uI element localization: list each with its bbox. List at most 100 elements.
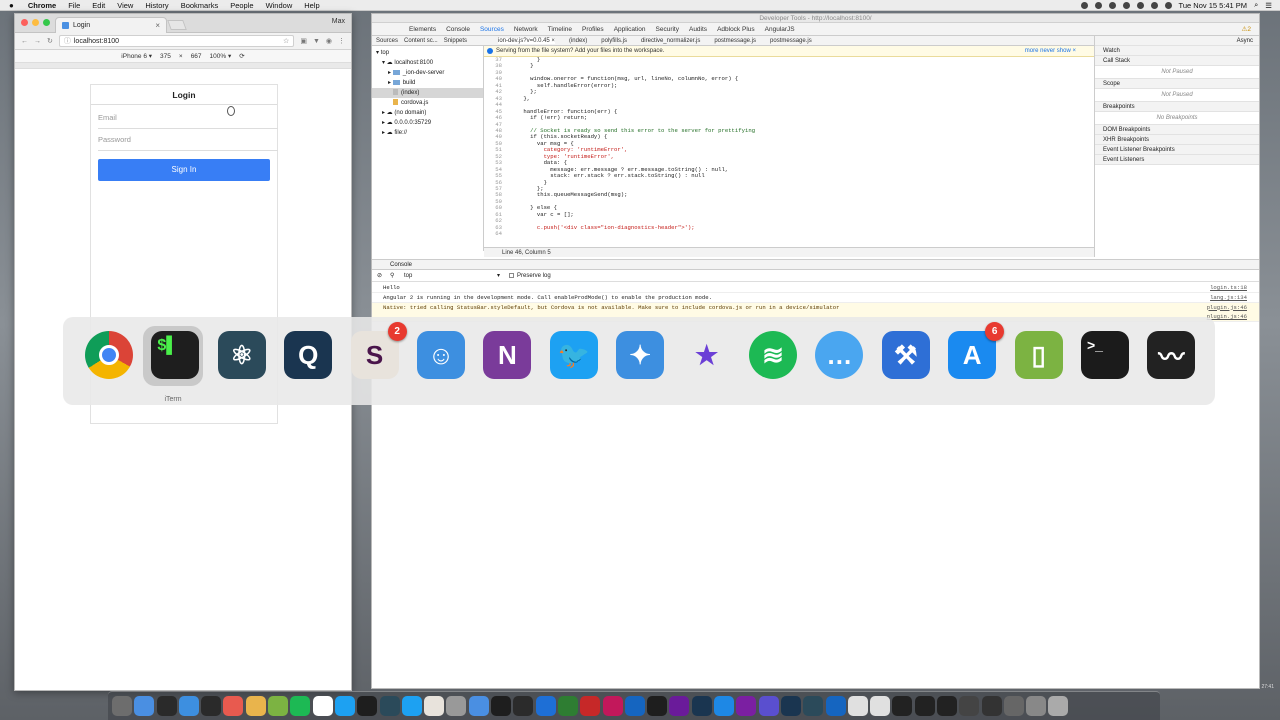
app-tile[interactable]: ⚒ — [874, 326, 934, 386]
nav-tab-snippets[interactable]: Snippets — [444, 38, 467, 44]
apple-menu-icon[interactable]: ● — [0, 1, 22, 10]
app-tile[interactable]: ▯ — [1007, 326, 1067, 386]
app-tile[interactable]: ✦ — [608, 326, 668, 386]
menu-chrome[interactable]: Chrome — [22, 1, 62, 10]
app-tile[interactable]: N — [475, 326, 535, 386]
editor-tab[interactable]: (index) — [569, 38, 587, 44]
code-editor[interactable]: 37 } 38 } 39 40 window.onerror = function(m… — [484, 57, 1094, 242]
device-select[interactable]: iPhone 6 ▾ — [121, 52, 152, 60]
tab-elements[interactable]: Elements — [409, 26, 436, 33]
dock-app-icon[interactable] — [491, 696, 512, 716]
menu-help[interactable]: Help — [298, 1, 325, 10]
dock-app-icon[interactable] — [446, 696, 467, 716]
filter-icon[interactable]: ⚲ — [390, 270, 394, 282]
code-line[interactable]: 64 — [484, 230, 1084, 237]
scope-pane[interactable]: Scope — [1095, 79, 1259, 89]
password-field[interactable]: Password — [98, 129, 278, 151]
dock-app-icon[interactable] — [870, 696, 891, 716]
tab-console[interactable]: Console — [446, 26, 470, 33]
menu-history[interactable]: History — [139, 1, 174, 10]
menu-people[interactable]: People — [224, 1, 259, 10]
app-tile[interactable]: ☺ — [409, 326, 469, 386]
tab-application[interactable]: Application — [614, 26, 646, 33]
dock-app-icon[interactable] — [959, 696, 980, 716]
zoom-window-button[interactable] — [43, 19, 50, 26]
dock-app-icon[interactable] — [112, 696, 132, 716]
app-tile[interactable]: … — [807, 326, 867, 386]
dock-app-icon[interactable] — [401, 696, 422, 716]
dock-app-icon[interactable] — [424, 696, 445, 716]
nav-tab-sources[interactable]: Sources — [376, 38, 398, 44]
tab-adblock[interactable]: Adblock Plus — [717, 26, 755, 33]
tree-item[interactable]: ▸ _ion-dev-server — [388, 68, 444, 78]
dock-app-icon[interactable] — [580, 696, 601, 716]
dock-app-icon[interactable] — [647, 696, 668, 716]
tab-sources[interactable]: Sources — [480, 26, 504, 33]
editor-tab[interactable]: postmessage.js — [770, 38, 812, 44]
callstack-pane[interactable]: Call Stack — [1095, 56, 1259, 66]
dock-app-icon[interactable] — [1026, 696, 1047, 716]
async-toggle[interactable]: Async — [1095, 36, 1259, 46]
extension-icon[interactable]: ▼ — [313, 38, 320, 45]
dock-app-icon[interactable] — [245, 696, 266, 716]
dock-app-icon[interactable] — [1048, 696, 1069, 716]
app-tile[interactable]: Q — [276, 326, 336, 386]
code-line[interactable]: 46 if (!err) return; — [484, 114, 1084, 121]
dock-app-icon[interactable] — [290, 696, 311, 716]
warning-count[interactable]: ⚠2 — [1242, 25, 1251, 33]
dock-app-icon[interactable] — [513, 696, 534, 716]
dock-app-icon[interactable] — [535, 696, 556, 716]
browser-tab[interactable]: Login × — [55, 17, 167, 33]
tab-network[interactable]: Network — [514, 26, 538, 33]
wifi-icon[interactable] — [1136, 1, 1144, 9]
menu-window[interactable]: Window — [260, 1, 299, 10]
app-tile[interactable]: 🐦 — [542, 326, 602, 386]
event-listeners-pane[interactable]: Event Listeners — [1095, 155, 1259, 165]
editor-tab[interactable]: polyfills.js — [601, 38, 627, 44]
context-dropdown-icon[interactable]: ▾ — [497, 270, 500, 282]
dock-app-icon[interactable] — [223, 696, 244, 716]
zoom-select[interactable]: 100% ▾ — [210, 52, 232, 60]
bookmark-star-icon[interactable]: ☆ — [283, 37, 289, 45]
clock[interactable]: Tue Nov 15 5:41 PM — [1179, 1, 1248, 10]
code-line[interactable]: 63 c.push('<div class="ion-diagnostics-h… — [484, 224, 1084, 231]
extension-icon[interactable]: ◉ — [326, 37, 332, 45]
code-line[interactable]: 38 } — [484, 63, 1084, 70]
xhr-breakpoints-pane[interactable]: XHR Breakpoints — [1095, 135, 1259, 145]
dock-app-icon[interactable] — [914, 696, 935, 716]
battery-icon[interactable] — [1164, 1, 1172, 9]
tree-item[interactable]: ▾ top — [376, 48, 389, 58]
notification-center-icon[interactable]: ☰ — [1265, 1, 1272, 10]
watch-pane[interactable]: Watch — [1095, 46, 1259, 56]
dock-app-icon[interactable] — [780, 696, 801, 716]
code-line[interactable]: 60 } else { — [484, 205, 1084, 212]
dock-app-icon[interactable] — [178, 696, 199, 716]
dock-app-icon[interactable] — [557, 696, 578, 716]
status-icon[interactable] — [1094, 1, 1102, 9]
email-field[interactable]: Email — [98, 107, 278, 129]
dock-app-icon[interactable] — [156, 696, 177, 716]
new-tab-button[interactable] — [167, 20, 187, 30]
preserve-log-checkbox[interactable] — [509, 273, 514, 278]
dock-app-icon[interactable] — [624, 696, 645, 716]
app-tile[interactable]: $▌ — [143, 326, 204, 386]
event-breakpoints-pane[interactable]: Event Listener Breakpoints — [1095, 145, 1259, 155]
code-line[interactable]: 42 }; — [484, 88, 1084, 95]
clear-console-icon[interactable]: ⊘ — [377, 270, 382, 282]
dock-app-icon[interactable] — [714, 696, 735, 716]
dock-app-icon[interactable] — [312, 696, 333, 716]
tab-angularjs[interactable]: AngularJS — [765, 26, 795, 33]
volume-icon[interactable] — [1150, 1, 1158, 9]
dock-app-icon[interactable] — [602, 696, 623, 716]
menu-file[interactable]: File — [62, 1, 86, 10]
dock-app-icon[interactable] — [1003, 696, 1024, 716]
close-tab-icon[interactable]: × — [155, 21, 160, 30]
code-line[interactable]: 61 var c = []; — [484, 211, 1084, 218]
app-tile[interactable]: S2 — [343, 322, 407, 386]
spotlight-icon[interactable]: ⌕ — [1254, 0, 1258, 10]
dock-app-icon[interactable] — [201, 696, 222, 716]
dock-app-icon[interactable] — [691, 696, 712, 716]
rotate-icon[interactable]: ⟳ — [239, 52, 244, 60]
tree-item[interactable]: ▸ build — [388, 78, 415, 88]
minimize-window-button[interactable] — [32, 19, 39, 26]
